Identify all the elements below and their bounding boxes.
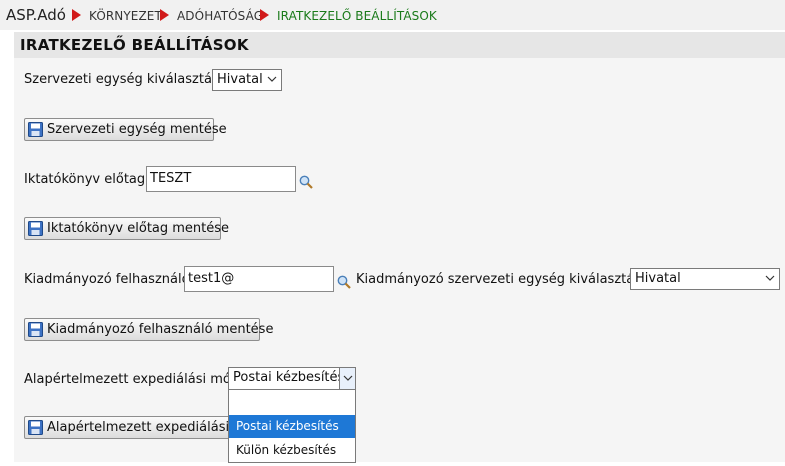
breadcrumb-item-tax-authority[interactable]: ADÓHATÓSÁG [177,9,263,23]
issuer-org-label: Kiadmányozó szervezeti egység kiválasztá… [356,272,654,287]
expedition-select-value: Postai kézbesítés [233,370,345,385]
issuer-user-input[interactable]: test1@ [184,266,334,292]
dropdown-option-postal[interactable]: Postai kézbesítés [229,415,355,438]
save-expedition-label: Alapértelmezett expediálási m [47,420,246,435]
save-issuer-button[interactable]: Kiadmányozó felhasználó mentése [24,318,273,341]
prefix-label: Iktatókönyv előtag: [24,172,150,187]
expedition-label: Alapértelmezett expediálási mód: [24,372,244,387]
chevron-down-icon [343,375,353,381]
breadcrumb-item-current: IRATKEZELŐ BEÁLLÍTÁSOK [277,9,437,23]
issuer-org-select[interactable]: Hivatal [630,268,780,290]
dropdown-option-separate[interactable]: Külön kézbesítés [229,439,355,462]
breadcrumb: ASP.Adó KÖRNYEZET ADÓHATÓSÁG IRATKEZELŐ … [0,0,785,30]
floppy-disk-icon [28,322,43,337]
save-prefix-label: Iktatókönyv előtag mentése [47,221,230,236]
org-unit-select[interactable]: Hivatal [212,69,282,91]
floppy-disk-icon [28,420,43,435]
floppy-disk-icon [28,122,43,137]
breadcrumb-arrow-icon [72,9,81,21]
search-icon[interactable] [299,175,313,189]
chevron-down-icon [765,275,775,281]
breadcrumb-arrow-icon [160,9,169,21]
save-issuer-label: Kiadmányozó felhasználó mentése [47,322,274,337]
settings-panel [14,32,785,462]
issuer-user-label: Kiadmányozó felhasználó: [24,272,194,287]
prefix-input[interactable]: TESZT [146,166,296,192]
chevron-down-icon [267,76,277,82]
save-org-unit-button[interactable]: Szervezeti egység mentése [24,118,227,141]
expedition-dropdown-list: Postai kézbesítés Külön kézbesítés [228,389,356,463]
page-title: IRATKEZELŐ BEÁLLÍTÁSOK [20,36,249,54]
expedition-select[interactable]: Postai kézbesítés [228,367,356,390]
org-unit-label: Szervezeti egység kiválasztása: [24,72,232,87]
breadcrumb-arrow-icon [260,9,269,21]
floppy-disk-icon [28,221,43,236]
issuer-org-select-value: Hivatal [635,271,681,286]
expedition-select-toggle[interactable] [339,368,355,389]
save-org-unit-label: Szervezeti egység mentése [47,122,227,137]
search-icon[interactable] [337,275,351,289]
app-title[interactable]: ASP.Adó [6,6,66,24]
save-prefix-button[interactable]: Iktatókönyv előtag mentése [24,217,229,240]
breadcrumb-item-environment[interactable]: KÖRNYEZET [89,9,162,23]
org-unit-select-value: Hivatal [217,72,263,87]
